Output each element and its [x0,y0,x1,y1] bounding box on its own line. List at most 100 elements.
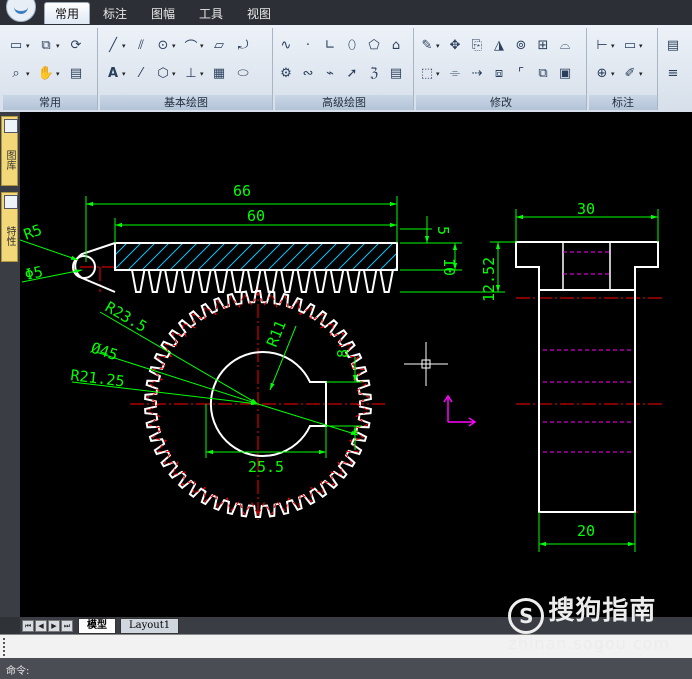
point-icon[interactable]: · [299,36,317,54]
linear-dim-icon[interactable]: ⊢ [593,36,611,54]
polygon-icon[interactable]: ⬡ [154,64,172,82]
new-file-icon[interactable]: ▭ [7,36,25,54]
array-icon[interactable]: ⊞ [534,36,552,54]
pentagon-icon[interactable]: ⬠ [365,36,383,54]
hatch-line [408,243,435,270]
copy-object-icon[interactable]: ⎘ [468,36,486,54]
hatch-line [184,244,211,269]
dim-25-5: 25.5 [248,458,284,476]
dim-5: 5 [434,226,452,235]
tab-view[interactable]: 视图 [247,5,271,22]
panel-common: ▭ ▾ ⧉ ▾ ⟳ ⌕ ▾ ✋ ▾ ▤ 常用 [3,28,98,110]
tab-tools[interactable]: 工具 [199,5,223,22]
tab-library-label: 图库 [4,150,15,170]
status-bar: 命令: [0,658,692,679]
angle-icon[interactable]: ∟ [321,36,339,54]
leader-icon[interactable]: ✐ [621,64,639,82]
properties-icon[interactable]: ▤ [67,64,85,82]
command-prompt: 命令: [6,666,30,677]
hatch-line [296,244,323,269]
tab-sheet[interactable]: 图幅 [151,5,175,22]
spline-icon[interactable]: ∿ [277,36,295,54]
rectangle-icon[interactable]: ▱ [210,36,228,54]
dim-r11: R11 [263,318,290,350]
block-icon[interactable]: ⌂ [387,36,405,54]
left-side-panel: 图库 特性 [0,112,20,617]
dimension-icon[interactable]: ⊥ [182,64,200,82]
wave-line-icon[interactable]: ∾ [299,64,317,82]
rotate-icon[interactable]: ⊚ [512,36,530,54]
stretch-icon[interactable]: ⌓ [556,36,574,54]
hatch-line [366,244,393,269]
break-line-icon[interactable]: ⌁ [321,64,339,82]
panel-extra: ▤ ≡ [660,28,692,110]
tab-library[interactable]: 图库 [1,116,18,186]
layer-icon[interactable]: ▤ [664,36,682,54]
hatch-line [226,244,253,269]
pan-hand-icon[interactable]: ✋ [37,64,55,82]
drawing-canvas[interactable]: 66 60 5 10 12.52 R5 Φ5 R23.5 Ø45 R21.25 … [20,112,692,617]
tab-annotate[interactable]: 标注 [103,5,127,22]
hatch-line [128,244,155,269]
hatch-line [268,244,295,269]
lineweight-icon[interactable]: ≡ [664,64,682,82]
next-tab-button[interactable]: ▶ [48,620,60,632]
move-icon[interactable]: ✥ [446,36,464,54]
eraser-icon[interactable]: ✎ [418,36,436,54]
trim-icon[interactable]: ⌯ [446,64,464,82]
construction-line-icon[interactable]: ⁄ [132,64,150,82]
dimension-texts: 66 60 5 10 12.52 R5 Φ5 R23.5 Ø45 R21.25 … [21,182,595,540]
rack-teeth [115,269,397,293]
side-view-part [515,241,659,513]
dim-style-icon[interactable]: ▭ [621,36,639,54]
hatch-icon[interactable]: ▦ [210,64,228,82]
tab-model[interactable]: 模型 [78,618,116,634]
sogou-watermark: S 搜狗指南 zhinan.sogou.com [508,590,670,653]
first-tab-button[interactable]: ⏮ [22,620,34,632]
tab-common[interactable]: 常用 [44,2,91,24]
offset-icon[interactable]: ⧈ [490,64,508,82]
hatch-line [380,252,397,269]
copy-icon[interactable]: ⧉ [37,36,55,54]
tab-layout1[interactable]: Layout1 [120,618,180,634]
select-icon[interactable]: ⬚ [418,64,436,82]
sogou-logo-icon: S [508,598,545,634]
ellipse-icon[interactable]: ⬯ [343,36,361,54]
tab-properties-label: 特性 [4,226,15,246]
hatch-line [116,244,141,269]
gear-icon[interactable]: ⚙ [277,64,295,82]
text-icon[interactable]: A [104,64,122,82]
arrow-icon[interactable]: ➚ [343,64,361,82]
library-icon [4,119,18,133]
last-tab-button[interactable]: ⏭ [61,620,73,632]
prev-tab-button[interactable]: ◀ [35,620,47,632]
panel-label-advanced-draw: 高级绘图 [275,95,413,110]
arc-icon[interactable]: ⌒ [182,36,200,55]
app-logo-icon[interactable] [6,0,36,22]
line-icon[interactable]: ╱ [104,36,122,54]
circle-icon[interactable]: ⊙ [154,36,172,54]
hatch-line [310,244,337,269]
properties-panel-icon [4,195,18,209]
mirror-icon[interactable]: ◮ [490,36,508,54]
rack-part [72,242,435,293]
explode-icon[interactable]: ▣ [556,64,574,82]
polyline-icon[interactable]: ⤾ [234,36,252,54]
parallel-line-icon[interactable]: ⫽ [132,36,150,54]
table-icon[interactable]: ▤ [387,64,405,82]
hatch-line [142,244,169,269]
tolerance-icon[interactable]: ⊕ [593,64,611,82]
dim-r5: R5 [21,221,44,244]
chamfer-icon[interactable]: ⧉ [534,64,552,82]
fillet-icon[interactable]: ⌜ [512,64,530,82]
spring-icon[interactable]: ℨ [365,64,383,82]
dim-r21-25: R21.25 [70,366,126,390]
region-icon[interactable]: ⬭ [234,64,252,82]
hatch-line [338,244,365,269]
extend-icon[interactable]: ⇢ [468,64,486,82]
dim-10: 10 [440,258,458,276]
command-grip-icon[interactable] [3,638,9,656]
tab-properties[interactable]: 特性 [1,192,18,262]
refresh-icon[interactable]: ⟳ [67,36,85,54]
zoom-icon[interactable]: ⌕ [7,64,25,82]
